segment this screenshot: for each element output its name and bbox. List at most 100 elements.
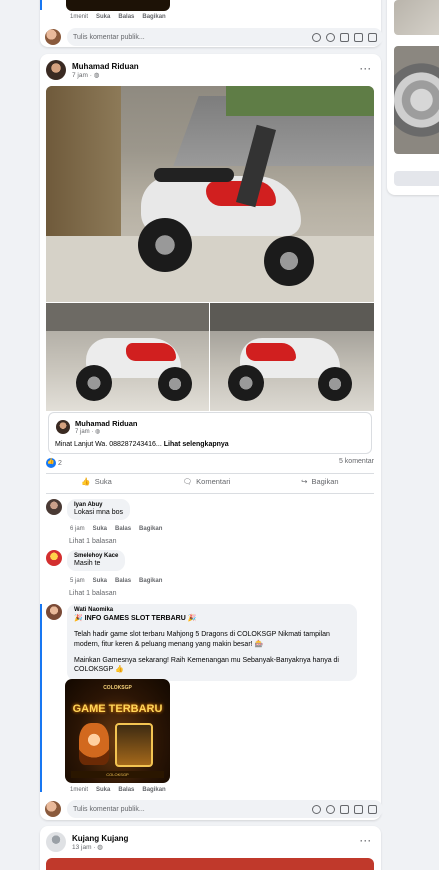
share-button[interactable]: ↪ Bagikan <box>301 477 338 486</box>
reshare-text: Minat Lanjut Wa. 088287243416... Lihat s… <box>55 441 229 448</box>
post-actions: 👍 Suka 🗨 Komentari ↪ Bagikan <box>46 477 374 486</box>
prev-comment-image <box>66 0 170 11</box>
divider <box>46 473 374 474</box>
next-post-photo[interactable] <box>46 858 374 870</box>
comment-input[interactable]: Tulis komentar publik... <box>67 800 383 818</box>
emoji-icon[interactable] <box>312 32 321 42</box>
post-meta: 7 jam · ◍ <box>72 71 100 79</box>
composer-icons <box>312 32 377 42</box>
post-header: Kujang Kujang 13 jam · ◍ <box>46 832 128 852</box>
comment-actions: 6 jam Suka Balas Bagikan <box>70 526 163 532</box>
post-author[interactable]: Kujang Kujang <box>72 834 128 843</box>
comment-author[interactable]: Smelehoy Kace <box>74 553 118 559</box>
comment-author[interactable]: Iyan Abuy <box>74 502 123 508</box>
post-photo-3[interactable] <box>210 303 374 411</box>
camera-icon[interactable] <box>340 804 349 814</box>
post-stats: 2 5 komentar <box>46 458 374 468</box>
side-card <box>387 0 439 195</box>
share-link[interactable]: Bagikan <box>142 14 165 20</box>
reply-link[interactable]: Balas <box>115 526 131 532</box>
gif-icon[interactable] <box>354 32 363 42</box>
see-more-link[interactable]: Lihat selengkapnya <box>164 441 229 448</box>
gif-icon[interactable] <box>354 804 363 814</box>
sticker-icon[interactable] <box>326 804 335 814</box>
sticker-box-icon[interactable] <box>368 804 377 814</box>
more-options-icon[interactable]: ··· <box>360 836 372 846</box>
comment-icon: 🗨 <box>182 477 193 486</box>
comment-composer[interactable]: Tulis komentar publik... <box>45 800 383 818</box>
reshare-author[interactable]: Muhamad Riduan <box>75 419 138 428</box>
reply-link[interactable]: Balas <box>118 787 134 793</box>
comment-item: Iyan Abuy Lokasi mna bos <box>46 499 131 520</box>
side-image-wheel <box>394 46 439 154</box>
avatar[interactable] <box>46 60 66 80</box>
side-image-top <box>394 0 439 35</box>
view-replies-link[interactable]: Lihat 1 balasan <box>69 590 116 597</box>
like-link[interactable]: Suka <box>93 578 107 584</box>
globe-icon: ◍ <box>97 843 103 851</box>
reshared-post[interactable]: Muhamad Riduan 7 jam · ◍ Minat Lanjut Wa… <box>48 412 372 454</box>
camera-icon[interactable] <box>340 32 349 42</box>
sticker-box-icon[interactable] <box>368 32 377 42</box>
globe-icon: ◍ <box>93 71 100 79</box>
avatar[interactable] <box>46 604 62 620</box>
like-link[interactable]: Suka <box>93 526 107 532</box>
reshare-meta: 7 jam · ◍ <box>75 429 101 435</box>
comment-text: Mainkan Gamesnya sekarang! Raih Kemenang… <box>74 656 339 674</box>
avatar[interactable] <box>46 550 62 566</box>
share-icon: ↪ <box>301 477 308 486</box>
share-link[interactable]: Bagikan <box>139 578 162 584</box>
comment-bubble: Wati Naomika 🎉 INFO GAMES SLOT TERBARU 🎉… <box>67 604 357 682</box>
comment-text: Telah hadir game slot terbaru Mahjong 5 … <box>74 631 330 648</box>
reaction-summary[interactable]: 2 <box>46 458 62 468</box>
comment-count[interactable]: 5 komentar <box>339 458 374 468</box>
more-options-icon[interactable]: ··· <box>360 64 372 74</box>
share-link[interactable]: Bagikan <box>142 787 165 793</box>
post-photo-2[interactable] <box>46 303 209 411</box>
like-link[interactable]: Suka <box>96 14 110 20</box>
comment-text: Masih te <box>74 560 101 567</box>
avatar <box>45 29 61 45</box>
post-photo-main[interactable] <box>46 86 374 302</box>
reply-link[interactable]: Balas <box>115 578 131 584</box>
thread-line <box>40 604 42 792</box>
reshare-header: Muhamad Riduan 7 jam · ◍ <box>56 419 138 435</box>
comment-headline: 🎉 INFO GAMES SLOT TERBARU 🎉 <box>74 615 197 622</box>
comment-bubble: Smelehoy Kace Masih te <box>67 550 126 571</box>
prev-comment-actions: 1menit Suka Balas Bagikan <box>70 14 166 20</box>
comment-actions: 5 jam Suka Balas Bagikan <box>70 578 163 584</box>
slot-title: GAME TERBARU <box>72 703 163 715</box>
comment-actions: 1menit Suka Balas Bagikan <box>70 787 166 793</box>
emoji-icon[interactable] <box>312 804 321 814</box>
divider <box>46 493 374 494</box>
comment-image[interactable]: COLOKSGP GAME TERBARU COLOKSGP <box>65 679 170 783</box>
post-author[interactable]: Muhamad Riduan <box>72 62 139 71</box>
sticker-icon[interactable] <box>326 32 335 42</box>
view-replies-link[interactable]: Lihat 1 balasan <box>69 538 116 545</box>
thumbs-up-icon: 👍 <box>81 477 91 486</box>
side-button[interactable] <box>394 171 439 186</box>
like-button[interactable]: 👍 Suka <box>81 477 111 486</box>
like-link[interactable]: Suka <box>96 787 110 793</box>
composer-icons <box>312 804 377 814</box>
share-link[interactable]: Bagikan <box>139 526 162 532</box>
comment-composer-top[interactable]: Tulis komentar publik... <box>45 28 383 46</box>
post-meta: 13 jam · ◍ <box>72 843 103 851</box>
comment-input[interactable]: Tulis komentar publik... <box>67 28 383 46</box>
comment-item: Smelehoy Kace Masih te <box>46 550 126 571</box>
reply-link[interactable]: Balas <box>118 14 134 20</box>
slot-brand-top: COLOKSGP <box>103 685 132 691</box>
comment-author[interactable]: Wati Naomika <box>74 607 350 613</box>
comment-bubble: Iyan Abuy Lokasi mna bos <box>67 499 131 520</box>
comment-button[interactable]: 🗨 Komentari <box>183 477 231 486</box>
avatar <box>45 801 61 817</box>
avatar[interactable] <box>46 499 62 515</box>
comment-text: Lokasi mna bos <box>74 509 124 516</box>
comment-item: Wati Naomika 🎉 INFO GAMES SLOT TERBARU 🎉… <box>46 604 357 682</box>
like-icon <box>46 458 56 468</box>
avatar <box>56 420 70 434</box>
slot-footer: COLOKSGP <box>71 771 164 778</box>
avatar[interactable] <box>46 832 66 852</box>
post-header: Muhamad Riduan 7 jam · ◍ <box>46 60 139 80</box>
thread-line <box>40 0 42 10</box>
